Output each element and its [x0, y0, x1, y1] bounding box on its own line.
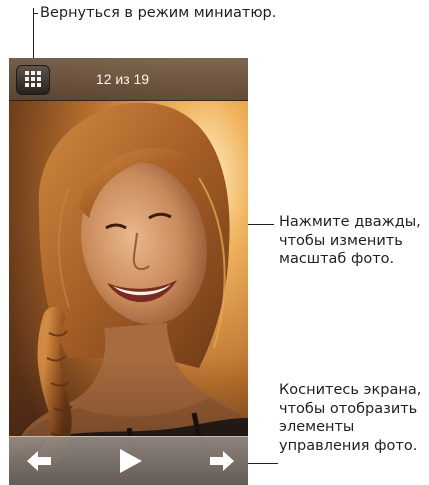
callout-zoom-line-3: масштаб фото.: [279, 251, 395, 267]
photo-image[interactable]: [9, 58, 248, 485]
arrow-left-icon: [27, 451, 51, 471]
arrow-right-icon: [210, 451, 234, 471]
callout-controls-line-4: управления фото.: [279, 437, 418, 454]
viewer-bottom-bar: [9, 436, 248, 485]
callout-zoom: Нажмите дважды, чтобы изменить масштаб ф…: [279, 213, 421, 269]
play-button[interactable]: [113, 446, 147, 476]
play-icon: [120, 449, 142, 473]
callout-controls-line-2: чтобы отобразить: [279, 400, 418, 417]
callout-thumbnails: Вернуться в режим миниатюр.: [40, 5, 277, 21]
next-button[interactable]: [204, 446, 238, 476]
callout-controls: Коснитесь экрана, чтобы отобразить элеме…: [279, 381, 421, 455]
callout-zoom-line-2: чтобы изменить: [279, 232, 403, 249]
viewer-top-bar: 12 из 19: [9, 58, 248, 101]
callout-zoom-line-1: Нажмите дважды,: [279, 214, 421, 230]
photo-counter: 12 из 19: [95, 71, 150, 87]
leader-tick-thumbnails: [33, 13, 38, 14]
photo-viewer-screen[interactable]: 12 из 19: [9, 58, 248, 485]
callout-controls-line-1: Коснитесь экрана,: [279, 382, 422, 398]
callout-controls-line-3: элементы: [279, 419, 355, 435]
previous-button[interactable]: [23, 446, 57, 476]
